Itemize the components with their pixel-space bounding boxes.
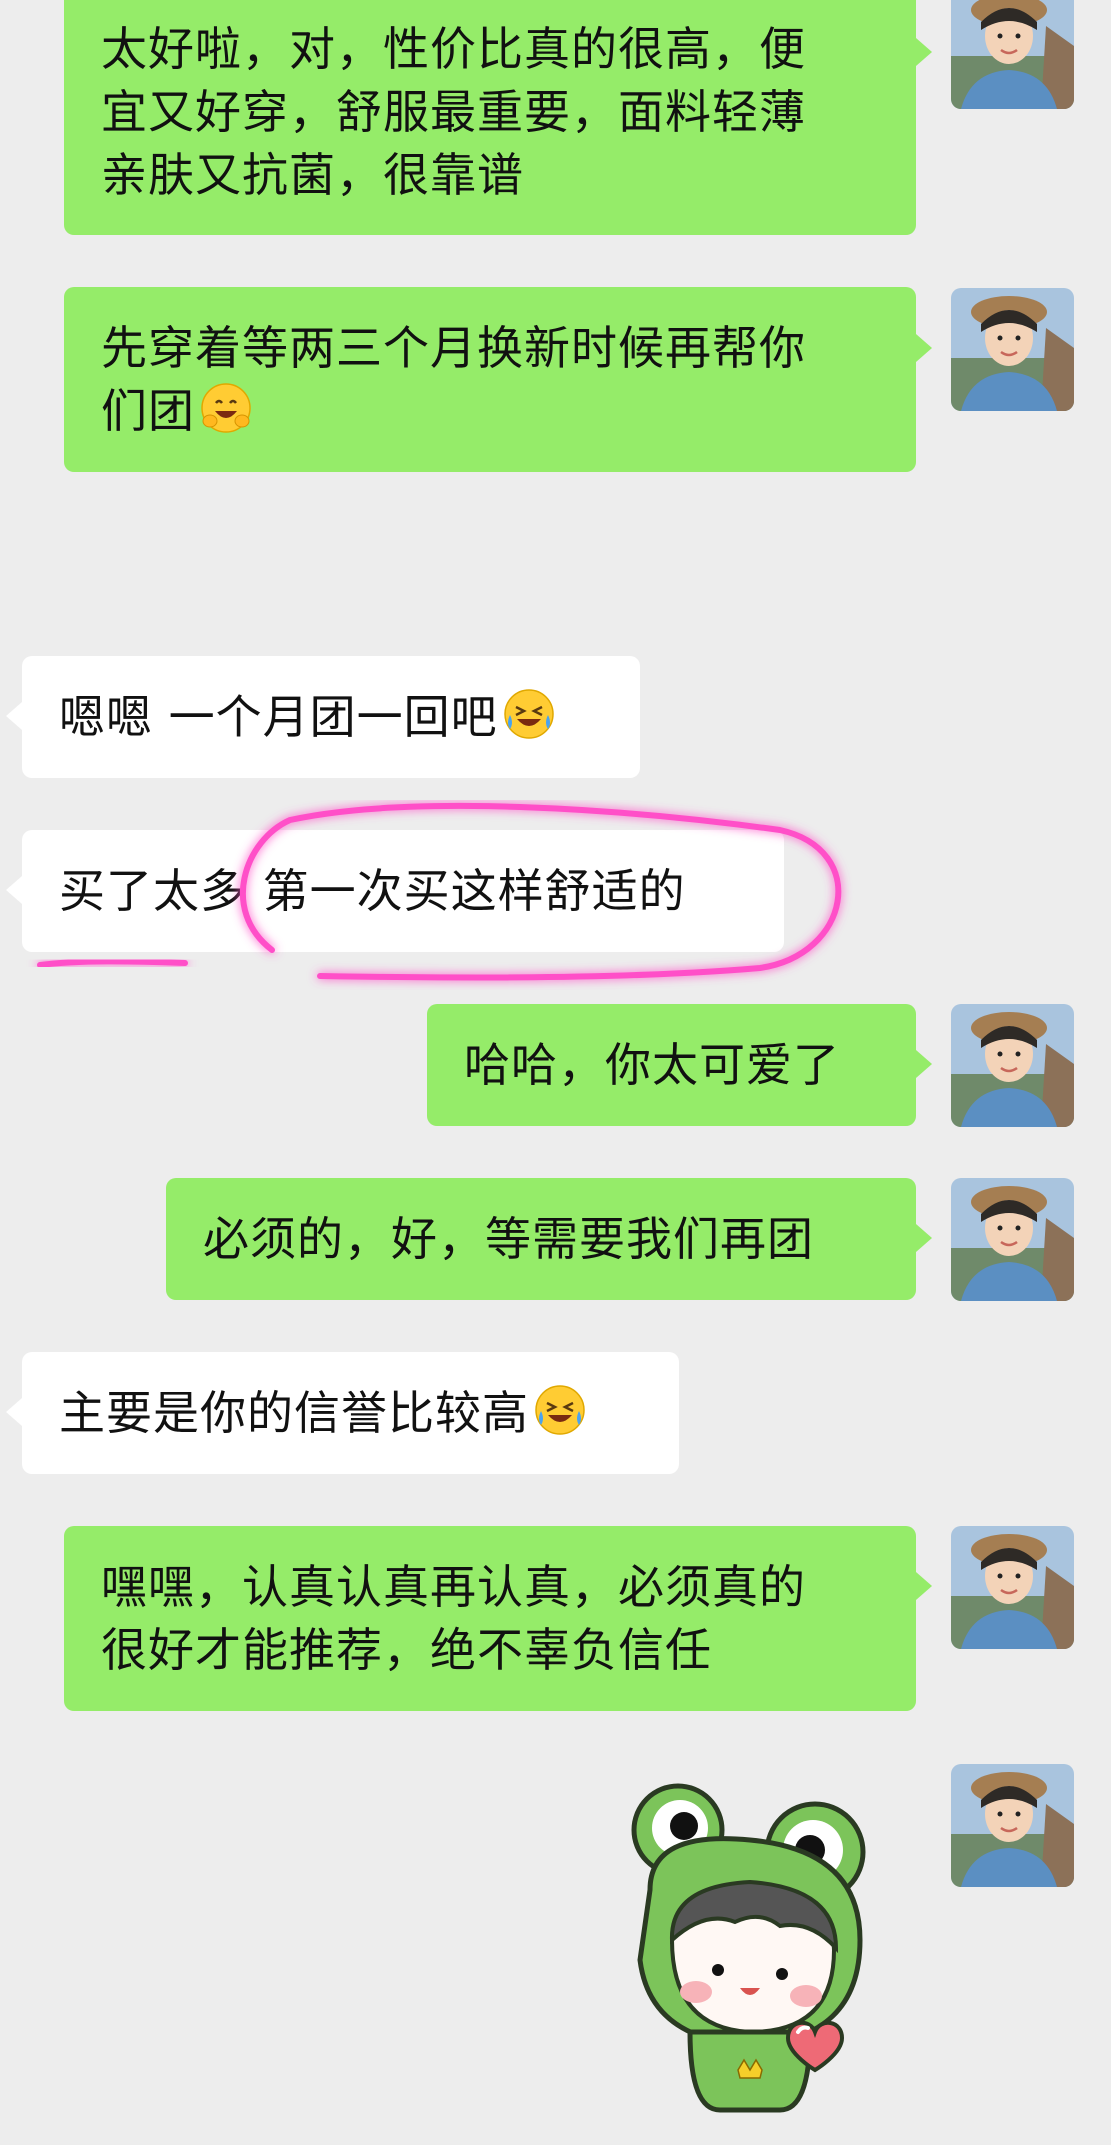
message-text-line: 亲肤又抗菌，很靠谱 <box>101 148 524 202</box>
message-text-line: 先穿着等两三个月换新时候再帮你 <box>101 321 806 375</box>
message-text-line: 嘿嘿，认真认真再认真，必须真的 <box>101 1560 806 1614</box>
bubble-tail <box>916 1572 932 1600</box>
rolling-laughing-face-icon <box>535 1385 585 1435</box>
avatar-photo-icon <box>951 1004 1074 1127</box>
message-text-line: 宜又好穿，舒服最重要，面料轻薄 <box>101 85 806 139</box>
user-avatar[interactable] <box>951 1526 1074 1649</box>
bubble-tail <box>6 1398 22 1426</box>
message-text: 主要是你的信誉比较高 <box>59 1386 529 1440</box>
message-text: 嗯嗯 一个月团一回吧 <box>59 690 498 744</box>
bubble-tail <box>916 334 932 362</box>
avatar-photo-icon <box>951 1526 1074 1649</box>
message-bubble[interactable]: 哈哈，你太可爱了 <box>427 1004 916 1126</box>
user-avatar[interactable] <box>951 0 1074 109</box>
avatar-photo-icon <box>951 0 1074 109</box>
bubble-tail <box>916 1224 932 1252</box>
message-text: 必须的，好，等需要我们再团 <box>203 1212 814 1266</box>
avatar-photo-icon <box>951 1764 1074 1887</box>
avatar-photo-icon <box>951 1178 1074 1301</box>
user-avatar[interactable] <box>951 1178 1074 1301</box>
bubble-tail <box>6 702 22 730</box>
frog-sticker-icon[interactable] <box>610 1770 890 2120</box>
message-bubble[interactable]: 主要是你的信誉比较高 <box>22 1352 679 1474</box>
message-text-line: 很好才能推荐，绝不辜负信任 <box>101 1623 712 1677</box>
avatar-photo-icon <box>951 288 1074 411</box>
bubble-tail <box>916 38 932 66</box>
message-text-line: 们团 <box>101 380 886 443</box>
hugging-face-icon <box>201 383 251 433</box>
message-text-line: 太好啦，对，性价比真的很高，便 <box>101 22 806 76</box>
message-bubble[interactable]: 太好啦，对，性价比真的很高，便 宜又好穿，舒服最重要，面料轻薄 亲肤又抗菌，很靠… <box>64 0 916 235</box>
rolling-laughing-face-icon <box>503 689 554 739</box>
message-bubble[interactable]: 必须的，好，等需要我们再团 <box>166 1178 916 1300</box>
message-bubble[interactable]: 嘿嘿，认真认真再认真，必须真的 很好才能推荐，绝不辜负信任 <box>64 1526 916 1711</box>
user-avatar[interactable] <box>951 1004 1074 1127</box>
message-bubble[interactable]: 嗯嗯 一个月团一回吧 <box>22 656 640 778</box>
message-text: 哈哈，你太可爱了 <box>464 1038 840 1092</box>
message-bubble[interactable]: 先穿着等两三个月换新时候再帮你 们团 <box>64 287 916 472</box>
user-avatar[interactable] <box>951 288 1074 411</box>
bubble-tail <box>916 1050 932 1078</box>
pink-circle-highlight-icon <box>37 802 842 981</box>
user-avatar[interactable] <box>951 1764 1074 1887</box>
